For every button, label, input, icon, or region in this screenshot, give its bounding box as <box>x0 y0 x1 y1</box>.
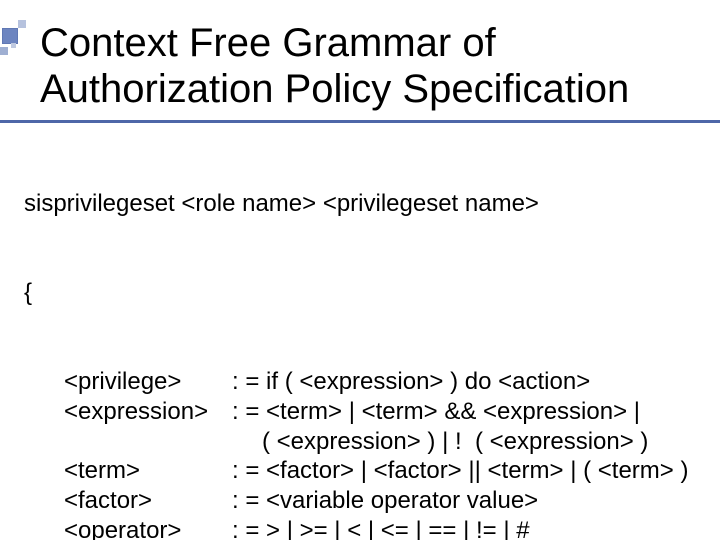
rule-rhs: : = > | >= | < | <= | == | != | # <box>232 516 530 540</box>
grammar-rule: <term>: = <factor> | <factor> || <term> … <box>24 456 720 486</box>
grammar-rule: <factor>: = <variable operator value> <box>24 486 720 516</box>
grammar-rule-cont: ( <expression> ) | ! ( <expression> ) <box>24 427 720 457</box>
rule-rhs: : = <factor> | <factor> || <term> | ( <t… <box>232 456 688 486</box>
rule-rhs-cont: ( <expression> ) | ! ( <expression> ) <box>262 427 648 457</box>
rule-lhs: <factor> <box>64 486 232 516</box>
grammar-rule: <privilege>: = if ( <expression> ) do <a… <box>24 367 720 397</box>
title-underline <box>0 120 720 123</box>
rule-rhs: : = <variable operator value> <box>232 486 538 516</box>
grammar-rule: <expression>: = <term> | <term> && <expr… <box>24 397 720 427</box>
rule-rhs: : = if ( <expression> ) do <action> <box>232 367 590 397</box>
rule-lhs: <operator> <box>64 516 232 540</box>
grammar-header-line: sisprivilegeset <role name> <privilegese… <box>24 189 720 219</box>
rule-rhs: : = <term> | <term> && <expression> | <box>232 397 640 427</box>
title-line-1: Context Free Grammar of <box>40 21 496 65</box>
grammar-body: sisprivilegeset <role name> <privilegese… <box>24 129 720 540</box>
rule-lhs: <term> <box>64 456 232 486</box>
slide-title: Context Free Grammar of Authorization Po… <box>40 20 720 112</box>
open-brace: { <box>24 278 720 308</box>
rule-lhs: <expression> <box>64 397 232 427</box>
rule-lhs: <privilege> <box>64 367 232 397</box>
title-line-2: Authorization Policy Specification <box>40 67 629 111</box>
corner-decoration <box>0 20 40 60</box>
grammar-rule: <operator>: = > | >= | < | <= | == | != … <box>24 516 720 540</box>
